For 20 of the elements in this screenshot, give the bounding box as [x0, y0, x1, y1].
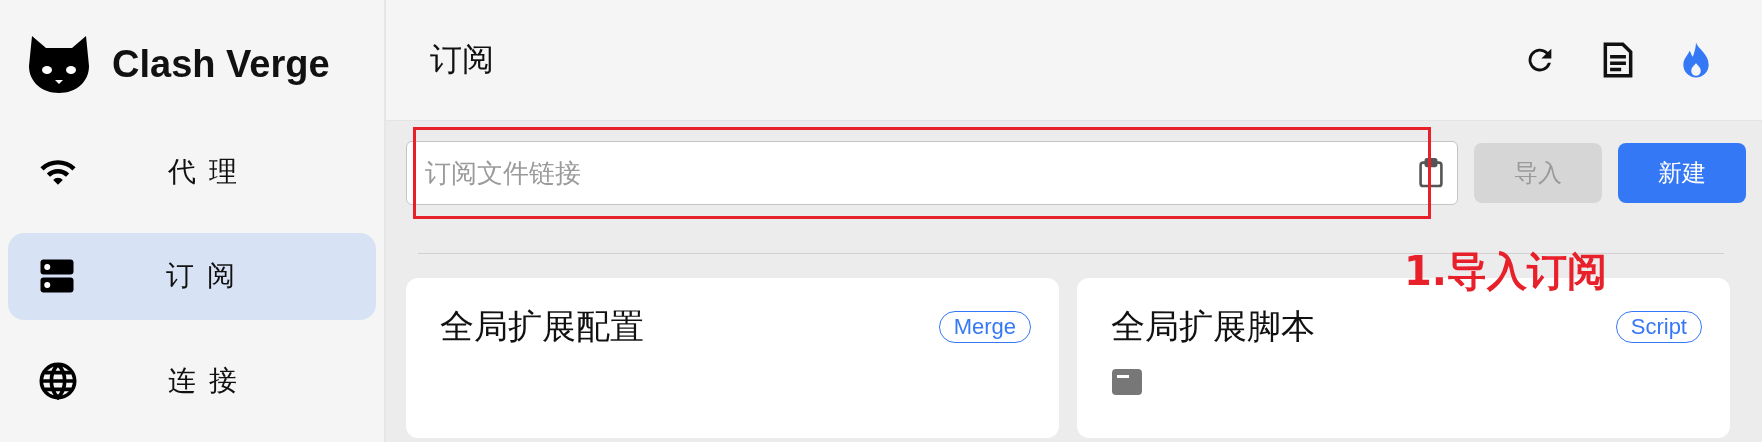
card-title: 全局扩展脚本	[1111, 305, 1315, 348]
card-title: 全局扩展配置	[440, 305, 644, 348]
sidebar-item-label: 订 阅	[166, 258, 237, 295]
page-title: 订阅	[430, 39, 495, 80]
globe-icon	[38, 360, 78, 401]
sidebar-item[interactable]: 连 接	[8, 337, 376, 424]
clipboard-icon[interactable]	[1418, 157, 1444, 189]
fire-icon	[1680, 41, 1712, 79]
sidebar-item[interactable]: 代 理	[8, 128, 376, 216]
action-button[interactable]: 新建	[1618, 143, 1746, 203]
sidebar-item[interactable]: 订 阅	[8, 233, 376, 320]
sidebar-item-label: 连 接	[168, 362, 239, 399]
document-icon	[1601, 41, 1635, 79]
window-icon	[1111, 368, 1143, 396]
sidebar-item-label: 代 理	[168, 153, 239, 190]
cat-logo-icon	[28, 34, 90, 95]
profile-card[interactable]: 全局扩展配置 Merge	[406, 278, 1059, 438]
server-icon	[38, 258, 76, 295]
subscription-url-field[interactable]: 订阅文件链接	[406, 141, 1458, 205]
app-name: Clash Verge	[112, 42, 330, 86]
